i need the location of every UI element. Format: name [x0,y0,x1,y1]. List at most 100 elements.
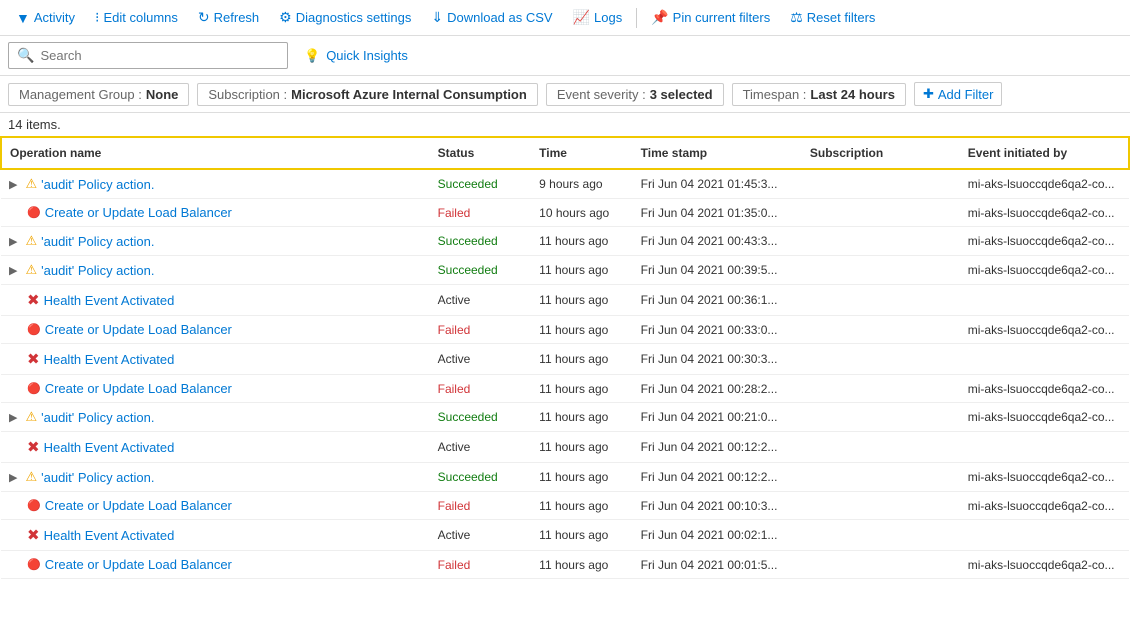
operation-name[interactable]: Create or Update Load Balancer [45,205,232,220]
error-icon: 🔴 [27,206,41,219]
time-cell: 10 hours ago [531,199,633,227]
timespan-filter[interactable]: Timespan : Last 24 hours [732,83,906,106]
table-row[interactable]: ▶⚠'audit' Policy action.Succeeded11 hour… [1,463,1129,492]
table-row[interactable]: ▶⚠'audit' Policy action.Succeeded11 hour… [1,403,1129,432]
operation-name[interactable]: 'audit' Policy action. [41,470,154,485]
logs-button[interactable]: 📈 Logs [565,5,631,30]
operation-name[interactable]: Health Event Activated [44,440,175,455]
warning-icon: ⚠ [25,176,37,192]
critical-icon: ✖ [27,350,40,368]
table-row[interactable]: 🔴Create or Update Load BalancerFailed11 … [1,375,1129,403]
table-row[interactable]: 🔴 Create or Update Load Balancer Failed11 … [1,551,1129,579]
search-box[interactable]: 🔍 [8,42,288,69]
edit-columns-button[interactable]: ⁝ Edit columns [87,5,186,30]
time-cell: 11 hours ago [531,403,633,432]
operation-name[interactable]: Health Event Activated [44,528,175,543]
refresh-button[interactable]: ↻ Refresh [190,5,267,30]
table-row[interactable]: ▶⚠'audit' Policy action.Succeeded11 hour… [1,227,1129,256]
table-row[interactable]: ✖Health Event ActivatedActive11 hours ag… [1,285,1129,316]
operation-cell: ▶⚠'audit' Policy action. [1,227,430,256]
diagnostics-icon: ⚙ [279,9,292,26]
refresh-label: Refresh [214,10,260,25]
status-cell: Active [430,432,532,463]
subscription-label: Subscription : [208,87,287,102]
activity-button[interactable]: ▼ Activity [8,6,83,30]
event-initiated-by-cell: mi-aks-lsuoccqde6qa2-co... [960,375,1129,403]
pin-filters-button[interactable]: 📌 Pin current filters [643,5,778,30]
add-filter-button[interactable]: ✚ Add Filter [914,82,1003,106]
event-initiated-by-cell: mi-aks-lsuoccqde6qa2-co... [960,227,1129,256]
table-row[interactable]: 🔴Create or Update Load BalancerFailed11 … [1,492,1129,520]
event-initiated-by-cell: mi-aks-lsuoccqde6qa2-co... [960,463,1129,492]
status-cell: Succeeded [430,227,532,256]
reset-filters-button[interactable]: ⚖ Reset filters [782,5,883,30]
operation-name[interactable]: 'audit' Policy action. [41,263,154,278]
download-button[interactable]: ⇓ Download as CSV [423,5,560,30]
table-row[interactable]: ✖Health Event ActivatedActive11 hours ag… [1,344,1129,375]
operation-cell: ▶⚠'audit' Policy action. [1,403,430,432]
add-filter-icon: ✚ [923,86,934,102]
status-cell: Failed [430,316,532,344]
time-cell: 11 hours ago [531,551,633,579]
pin-label: Pin current filters [673,10,771,25]
table-row[interactable]: ✖Health Event ActivatedActive11 hours ag… [1,432,1129,463]
timestamp-cell: Fri Jun 04 2021 00:21:0... [633,403,802,432]
time-cell: 9 hours ago [531,169,633,199]
status-cell: Failed [430,551,532,579]
time-cell: 11 hours ago [531,285,633,316]
management-group-filter[interactable]: Management Group : None [8,83,189,106]
pin-icon: 📌 [651,9,668,26]
operation-cell: 🔴 Create or Update Load Balancer [1,199,430,227]
download-icon: ⇓ [431,9,443,26]
status-cell: Failed [430,492,532,520]
operation-cell: 🔴Create or Update Load Balancer [1,316,430,344]
expand-button[interactable]: ▶ [9,178,17,191]
table-row[interactable]: 🔴Create or Update Load BalancerFailed10 … [1,199,1129,227]
subscription-cell [802,199,960,227]
operation-name[interactable]: Create or Update Load Balancer [45,498,232,513]
diagnostics-button[interactable]: ⚙ Diagnostics settings [271,5,419,30]
operation-name[interactable]: Health Event Activated [44,352,175,367]
reset-icon: ⚖ [790,9,803,26]
subscription-filter[interactable]: Subscription : Microsoft Azure Internal … [197,83,537,106]
operation-name[interactable]: Health Event Activated [44,293,175,308]
operation-name[interactable]: 'audit' Policy action. [41,177,154,192]
time-cell: 11 hours ago [531,492,633,520]
add-filter-label: Add Filter [938,87,994,102]
operation-name[interactable]: Create or Update Load Balancer [45,557,232,572]
error-icon: 🔴 [27,558,41,571]
subscription-cell [802,256,960,285]
expand-button[interactable]: ▶ [9,471,17,484]
table-row[interactable]: ✖Health Event ActivatedActive11 hours ag… [1,520,1129,551]
subscription-cell [802,344,960,375]
activity-icon: ▼ [16,10,30,26]
table-header: Operation name Status Time Time stamp Su… [1,137,1129,169]
operation-name[interactable]: 'audit' Policy action. [41,410,154,425]
timestamp-cell: Fri Jun 04 2021 00:36:1... [633,285,802,316]
expand-button[interactable]: ▶ [9,235,17,248]
severity-value: 3 selected [650,87,713,102]
refresh-icon: ↻ [198,9,210,26]
quick-insights-button[interactable]: 💡 Quick Insights [304,48,408,64]
status-cell: Failed [430,375,532,403]
subscription-cell [802,227,960,256]
table-body: ▶⚠'audit' Policy action.Succeeded9 hours… [1,169,1129,579]
table-row[interactable]: ▶⚠'audit' Policy action.Succeeded9 hours… [1,169,1129,199]
search-input[interactable] [40,48,279,63]
operation-name[interactable]: 'audit' Policy action. [41,234,154,249]
subscription-value: Microsoft Azure Internal Consumption [291,87,527,102]
expand-button[interactable]: ▶ [9,264,17,277]
timestamp-cell: Fri Jun 04 2021 00:33:0... [633,316,802,344]
operation-name[interactable]: Create or Update Load Balancer [45,381,232,396]
table-row[interactable]: ▶⚠'audit' Policy action.Succeeded11 hour… [1,256,1129,285]
expand-button[interactable]: ▶ [9,411,17,424]
activity-table: Operation name Status Time Time stamp Su… [0,136,1130,579]
subscription-cell [802,285,960,316]
operation-cell: ✖Health Event Activated [1,520,430,551]
timestamp-cell: Fri Jun 04 2021 00:43:3... [633,227,802,256]
time-cell: 11 hours ago [531,375,633,403]
severity-filter[interactable]: Event severity : 3 selected [546,83,724,106]
activity-label: Activity [34,10,75,25]
operation-name[interactable]: Create or Update Load Balancer [45,322,232,337]
table-row[interactable]: 🔴Create or Update Load BalancerFailed11 … [1,316,1129,344]
